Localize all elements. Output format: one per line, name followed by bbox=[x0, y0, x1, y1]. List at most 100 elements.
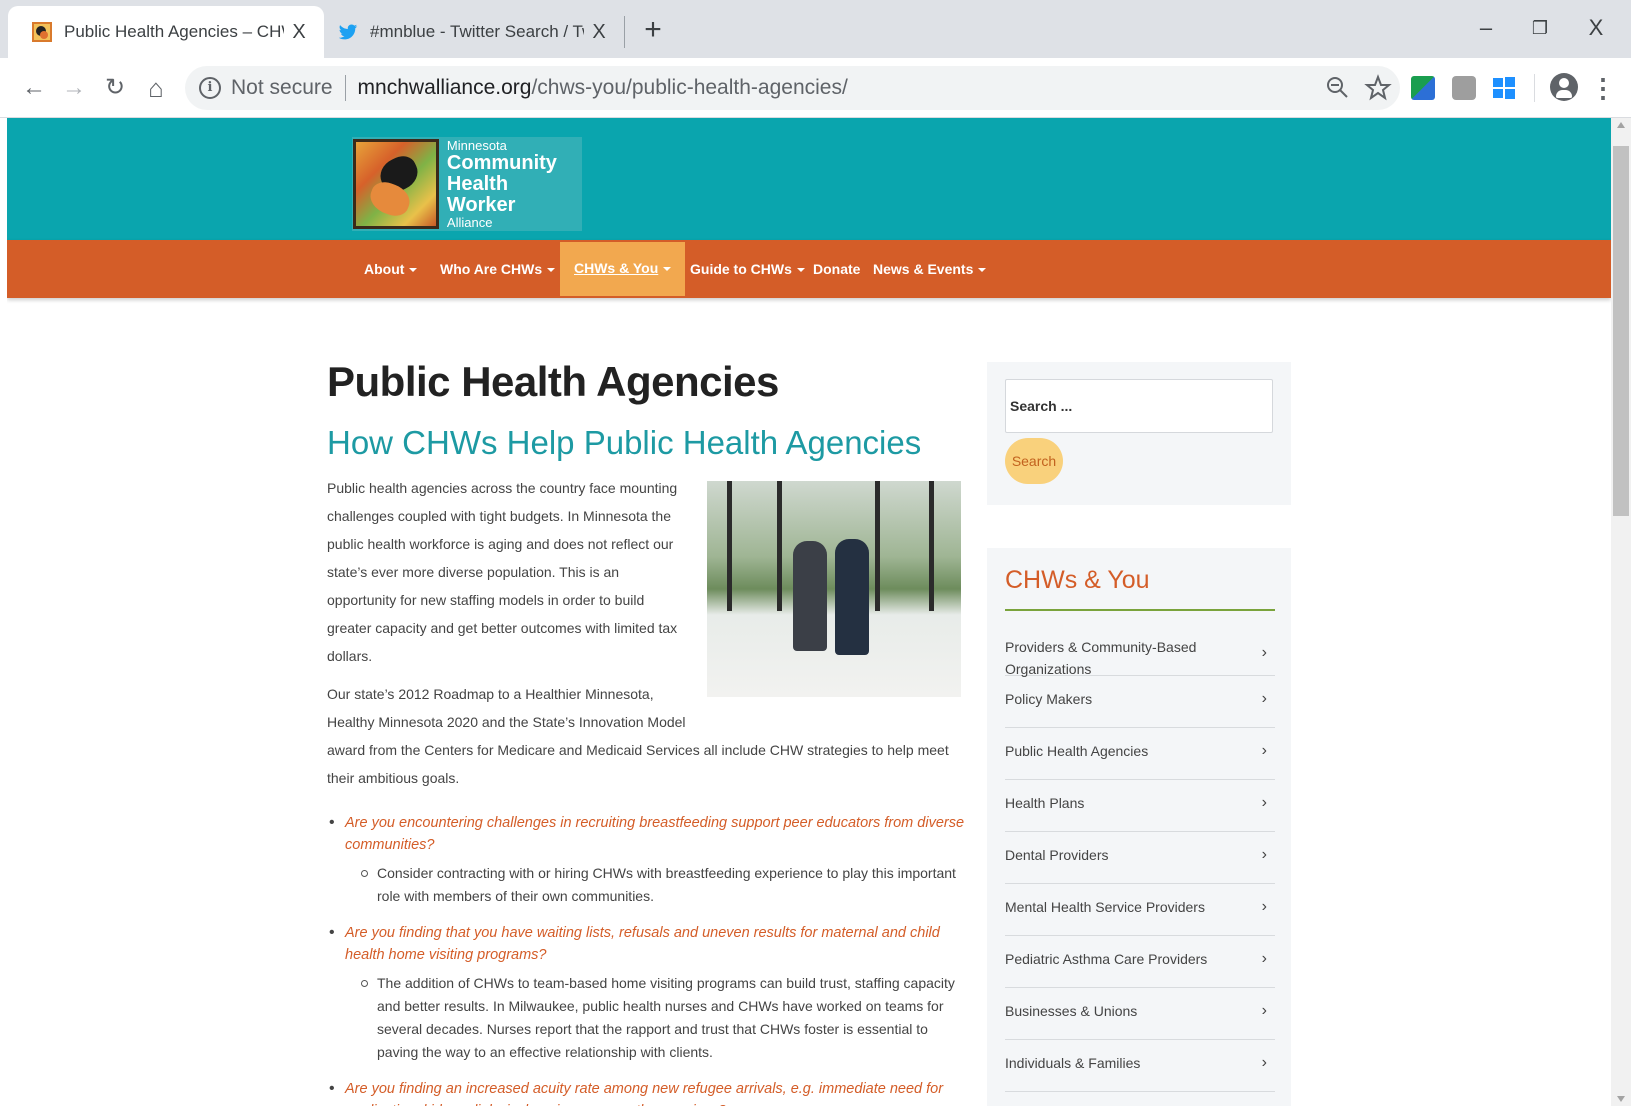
sidebar-search-widget: Search ... Search bbox=[987, 362, 1291, 505]
home-button[interactable]: ⌂ bbox=[138, 70, 174, 106]
sidebar-item-label: Public Health Agencies bbox=[1005, 743, 1149, 759]
page-scrollbar[interactable] bbox=[1611, 118, 1631, 1106]
logo-line-4: Alliance bbox=[446, 214, 493, 230]
site-logo[interactable]: Minnesota Community Health Worker Allian… bbox=[352, 137, 582, 231]
tab-close-icon[interactable]: X bbox=[584, 21, 614, 44]
page-title: Public Health Agencies bbox=[327, 358, 779, 405]
scroll-down-arrow-icon[interactable] bbox=[1617, 1096, 1625, 1102]
tab-close-icon[interactable]: X bbox=[284, 21, 314, 44]
caret-down-icon bbox=[547, 268, 556, 273]
sidebar-menu-title: CHWs & You bbox=[1005, 566, 1150, 594]
tab-twitter-search[interactable]: #mnblue - Twitter Search / Twitte X bbox=[324, 6, 624, 58]
sidebar-item-label: Providers & Community-Based Organization… bbox=[1005, 639, 1197, 677]
address-bar[interactable]: i Not secure mnchwalliance.org/chws-you/… bbox=[185, 66, 1400, 110]
sidebar-item-label: Dental Providers bbox=[1005, 847, 1109, 863]
search-input[interactable]: Search ... bbox=[1005, 379, 1273, 433]
nav-label: Who Are CHWs bbox=[440, 261, 543, 277]
caret-down-icon bbox=[409, 268, 418, 273]
chevron-right-icon: › bbox=[1261, 742, 1267, 759]
nav-item-guide-to-chws[interactable]: Guide to CHWs bbox=[690, 240, 805, 298]
reload-button[interactable]: ↻ bbox=[97, 70, 133, 106]
sidebar-item-label: Health Plans bbox=[1005, 795, 1085, 811]
nav-item-chws-and-you[interactable]: CHWs & You bbox=[560, 242, 686, 296]
caret-down-icon bbox=[796, 268, 805, 273]
roadmap-paragraph-part-1: Our state’s 2012 Roadmap to a Healthier … bbox=[327, 686, 686, 730]
chevron-right-icon: › bbox=[1261, 950, 1267, 967]
browser-toolbar: ← → ↻ ⌂ i Not secure mnchwalliance.org/c… bbox=[0, 58, 1631, 118]
new-tab-button[interactable]: + bbox=[638, 12, 668, 48]
intro-paragraph: Public health agencies across the countr… bbox=[327, 480, 678, 664]
roadmap-paragraph-part-2: award from the Centers for Medicare and … bbox=[327, 742, 949, 786]
chevron-right-icon: › bbox=[1261, 1002, 1267, 1019]
chevron-right-icon: › bbox=[1261, 898, 1267, 915]
sidebar-item-label: Pediatric Asthma Care Providers bbox=[1005, 951, 1208, 967]
section-heading: How CHWs Help Public Health Agencies bbox=[327, 424, 922, 461]
sidebar-item-health-plans[interactable]: Health Plans › bbox=[1005, 780, 1275, 832]
browser-menu-button[interactable]: ⋮ bbox=[1588, 70, 1618, 106]
nav-item-who-are-chws[interactable]: Who Are CHWs bbox=[440, 240, 556, 298]
nav-label: CHWs & You bbox=[574, 260, 659, 276]
sidebar-item-mental-health[interactable]: Mental Health Service Providers › bbox=[1005, 884, 1275, 936]
question-text: Are you finding that you have waiting li… bbox=[345, 925, 940, 963]
sidebar-item-label: Mental Health Service Providers bbox=[1005, 899, 1205, 915]
site-info-icon[interactable]: i bbox=[199, 77, 221, 99]
answer-text: Consider contracting with or hiring CHWs… bbox=[345, 862, 967, 908]
sidebar-item-policy-makers[interactable]: Policy Makers › bbox=[1005, 676, 1275, 728]
scrollbar-thumb[interactable] bbox=[1613, 146, 1629, 516]
list-item: Are you finding an increased acuity rate… bbox=[327, 1078, 967, 1106]
zoom-out-icon[interactable] bbox=[1322, 72, 1354, 104]
sidebar-item-businesses-unions[interactable]: Businesses & Unions › bbox=[1005, 988, 1275, 1040]
address-divider bbox=[344, 75, 346, 101]
sidebar-item-label: Policy Makers bbox=[1005, 691, 1093, 707]
restore-button[interactable]: ❐ bbox=[1512, 8, 1568, 48]
scroll-up-arrow-icon[interactable] bbox=[1617, 122, 1625, 128]
list-item: Are you encountering challenges in recru… bbox=[327, 812, 967, 908]
tab-title: Public Health Agencies – CHW bbox=[64, 22, 284, 41]
security-status: Not secure bbox=[231, 76, 333, 99]
sidebar-menu-divider bbox=[1005, 609, 1275, 611]
caret-down-icon bbox=[663, 267, 672, 272]
sheets-extension-icon[interactable] bbox=[1411, 76, 1435, 100]
twitter-bird-icon bbox=[338, 24, 358, 40]
sidebar-item-public-health-agencies[interactable]: Public Health Agencies › bbox=[1005, 728, 1275, 780]
chw-meeting-photo bbox=[707, 481, 961, 697]
search-button[interactable]: Search bbox=[1005, 438, 1063, 484]
bookmark-star-icon[interactable] bbox=[1362, 72, 1394, 104]
chw-favicon-icon bbox=[32, 22, 52, 42]
nav-item-news-and-events[interactable]: News & Events bbox=[873, 240, 987, 298]
chevron-right-icon: › bbox=[1261, 644, 1267, 661]
nav-item-about[interactable]: About bbox=[364, 240, 418, 298]
logo-line-1: Minnesota bbox=[446, 137, 507, 153]
nav-label: Guide to CHWs bbox=[690, 261, 792, 277]
logo-hands-icon bbox=[353, 139, 439, 229]
window-close-button[interactable]: X bbox=[1568, 8, 1624, 48]
sidebar-item-dental-providers[interactable]: Dental Providers › bbox=[1005, 832, 1275, 884]
logo-wordmark: Minnesota Community Health Worker Allian… bbox=[447, 139, 582, 229]
caret-down-icon bbox=[978, 268, 987, 273]
chevron-right-icon: › bbox=[1261, 1054, 1267, 1071]
back-button[interactable]: ← bbox=[16, 70, 52, 106]
forward-button[interactable]: → bbox=[56, 70, 92, 106]
minimize-button[interactable]: – bbox=[1458, 8, 1514, 48]
tab-public-health-agencies[interactable]: Public Health Agencies – CHW X bbox=[8, 6, 324, 58]
answer-text: The addition of CHWs to team-based home … bbox=[345, 972, 967, 1064]
list-item: Are you finding that you have waiting li… bbox=[327, 922, 967, 1064]
printer-extension-icon[interactable] bbox=[1452, 76, 1476, 100]
logo-line-3: Health Worker bbox=[446, 172, 516, 216]
profile-avatar-icon[interactable] bbox=[1550, 73, 1578, 101]
windows-extension-icon[interactable] bbox=[1492, 76, 1516, 100]
sidebar-item-individuals-families[interactable]: Individuals & Families › bbox=[1005, 1040, 1275, 1092]
nav-item-donate[interactable]: Donate bbox=[813, 240, 860, 298]
nav-label: About bbox=[364, 261, 405, 277]
sidebar-item-label: Businesses & Unions bbox=[1005, 1003, 1138, 1019]
chevron-right-icon: › bbox=[1261, 846, 1267, 863]
sidebar-chws-you-menu: CHWs & You Providers & Community-Based O… bbox=[987, 548, 1291, 1106]
sidebar-item-providers[interactable]: Providers & Community-Based Organization… bbox=[1005, 624, 1275, 677]
nav-label: Donate bbox=[813, 261, 861, 277]
logo-line-2: Community bbox=[446, 151, 557, 174]
sidebar-menu-list: Providers & Community-Based Organization… bbox=[1005, 624, 1275, 1092]
sidebar-item-label: Individuals & Families bbox=[1005, 1055, 1141, 1071]
site-header: Minnesota Community Health Worker Allian… bbox=[7, 118, 1611, 240]
sidebar-item-pediatric-asthma[interactable]: Pediatric Asthma Care Providers › bbox=[1005, 936, 1275, 988]
main-content: Public Health Agencies How CHWs Help Pub… bbox=[327, 358, 967, 1106]
